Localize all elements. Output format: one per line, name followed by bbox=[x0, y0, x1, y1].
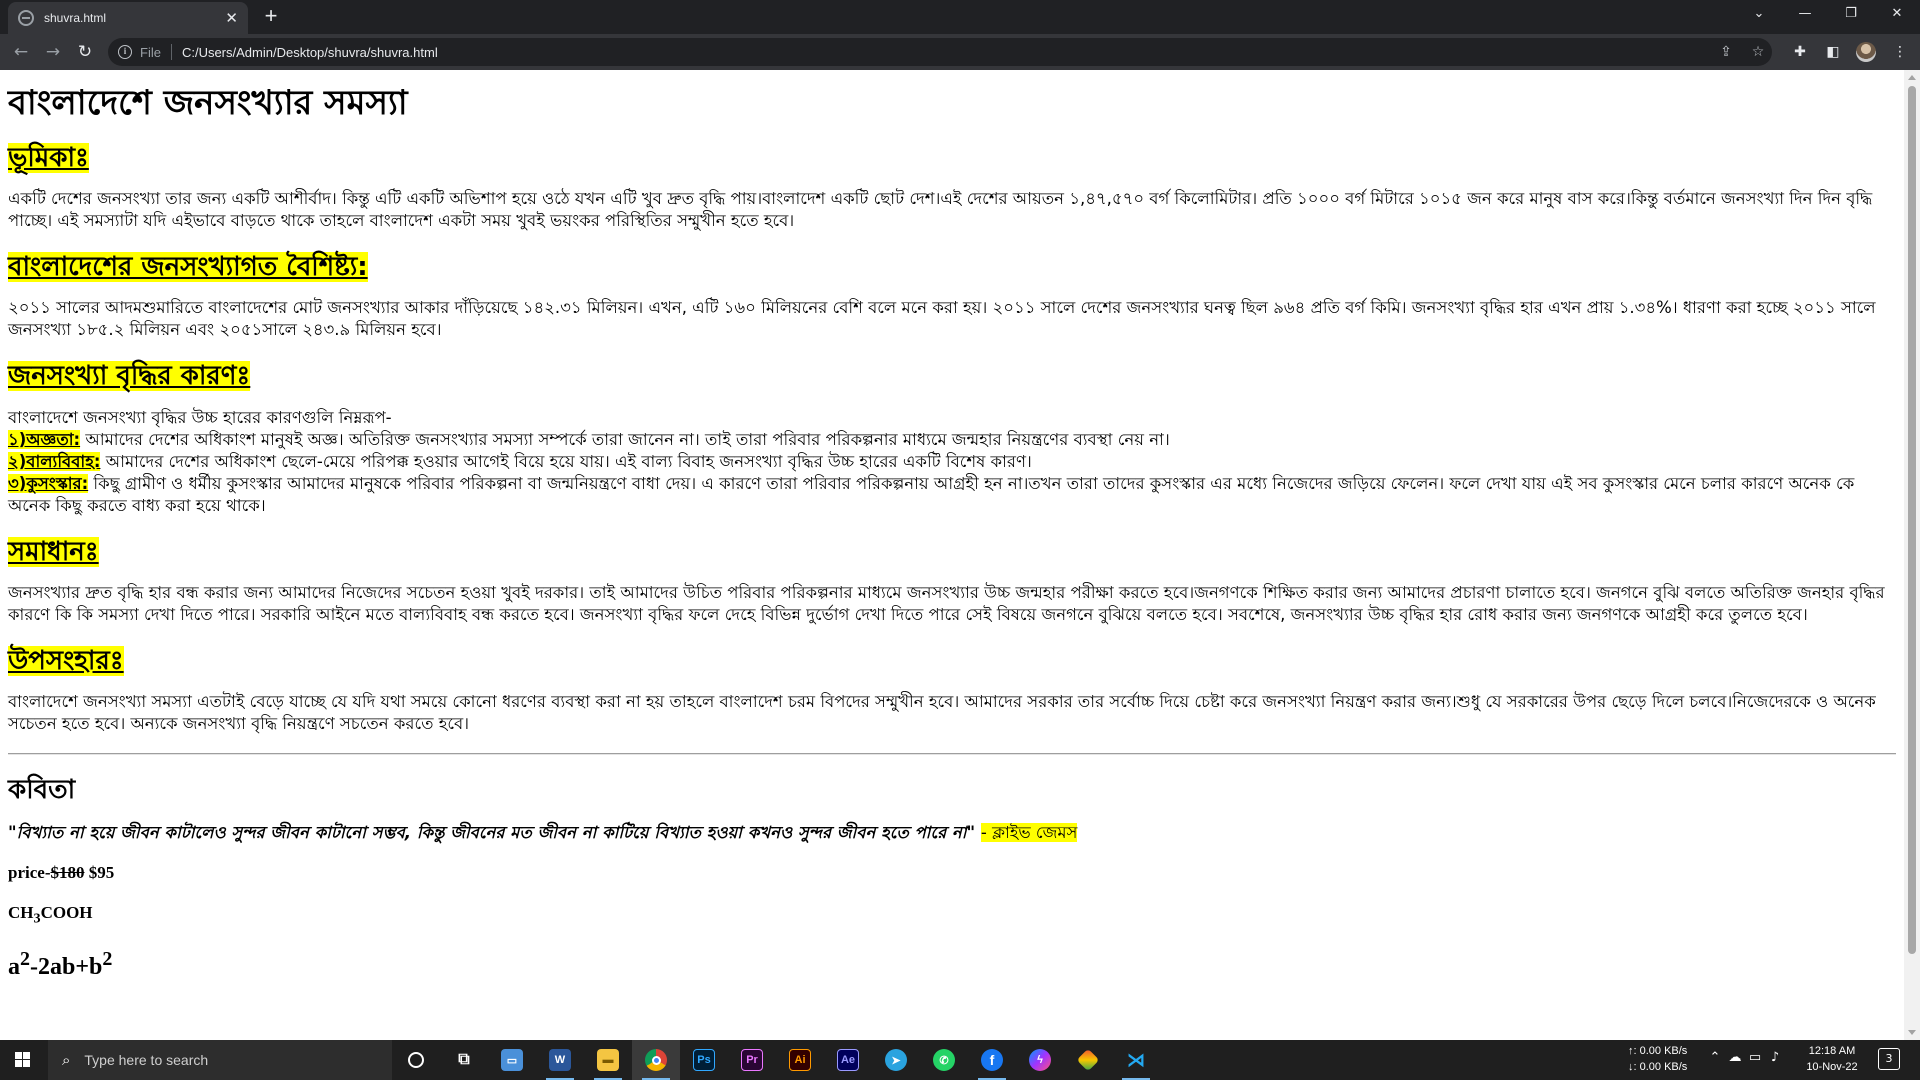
scrollbar-thumb[interactable] bbox=[1908, 86, 1916, 954]
word-icon[interactable]: W bbox=[536, 1040, 584, 1080]
section-heading-conclusion: উপসংহারঃ bbox=[8, 645, 124, 676]
network-speed-down: ↓: 0.00 KB/s bbox=[1628, 1061, 1688, 1073]
info-icon[interactable]: i bbox=[118, 45, 132, 59]
search-icon: ⌕ bbox=[62, 1051, 71, 1069]
omnibox-separator bbox=[170, 44, 172, 60]
photoshop-icon[interactable]: Ps bbox=[680, 1040, 728, 1080]
search-placeholder: Type here to search bbox=[84, 1052, 209, 1068]
tab-search-chevron-icon[interactable]: ⌄ bbox=[1736, 0, 1782, 30]
page-title: বাংলাদেশে জনসংখ্যার সমস্যা bbox=[8, 83, 408, 123]
cause-text: আমাদের দেশের অধিকাংশ মানুষই অজ্ঞ। অতিরিক… bbox=[80, 429, 1170, 449]
file-manager-icon[interactable]: ▭ bbox=[488, 1040, 536, 1080]
section-text-features: ২০১১ সালের আদমশুমারিতে বাংলাদেশের মোট জন… bbox=[8, 298, 1876, 340]
volume-icon[interactable]: ♪ bbox=[1766, 1050, 1784, 1065]
price-new: $95 bbox=[88, 863, 115, 883]
chrome-icon[interactable] bbox=[632, 1040, 680, 1080]
side-panel-icon[interactable]: ◧ bbox=[1823, 42, 1843, 62]
cortana-icon[interactable] bbox=[392, 1040, 440, 1080]
restore-button[interactable]: ❐ bbox=[1828, 0, 1874, 30]
task-view-icon[interactable]: ⧉ bbox=[440, 1040, 488, 1080]
clock-date[interactable]: 10-Nov-22 bbox=[1802, 1060, 1862, 1075]
minimize-button[interactable]: — bbox=[1782, 0, 1828, 30]
quote-author: - ক্লাইভ জেমস bbox=[980, 823, 1078, 843]
windows-start-button[interactable] bbox=[0, 1040, 46, 1080]
cause-label: ১)অজ্ঞতা: bbox=[8, 429, 81, 449]
taskbar-search-box[interactable]: ⌕ Type here to search bbox=[48, 1040, 392, 1080]
tab-title: shuvra.html bbox=[44, 11, 107, 25]
menu-kebab-icon[interactable]: ⋮ bbox=[1890, 42, 1910, 62]
section-heading-solution: সমাধানঃ bbox=[8, 536, 99, 567]
address-bar[interactable]: i File C:/Users/Admin/Desktop/shuvra/shu… bbox=[108, 38, 1772, 66]
cause-label: ২)বাল্যবিবাহ: bbox=[8, 451, 101, 471]
page-viewport: বাংলাদেশে জনসংখ্যার সমস্যা ভূমিকাঃ একটি … bbox=[0, 70, 1904, 1040]
section-text-solution: জনসংখ্যার দ্রুত বৃদ্ধি হার বন্ধ করার জন্… bbox=[8, 582, 1885, 624]
poem-quote: "বিখ্যাত না হয়ে জীবন কাটালেও সুন্দর জীব… bbox=[8, 822, 1896, 844]
after-effects-icon[interactable]: Ae bbox=[824, 1040, 872, 1080]
scroll-up-arrow-icon[interactable] bbox=[1908, 75, 1916, 80]
math-formula: a2-2ab+b2 bbox=[8, 947, 113, 980]
whatsapp-icon[interactable]: ✆ bbox=[920, 1040, 968, 1080]
section-heading-causes: জনসংখ্যা বৃদ্ধির কারণঃ bbox=[8, 361, 251, 392]
premiere-icon[interactable]: Pr bbox=[728, 1040, 776, 1080]
price-label: price- bbox=[8, 863, 51, 883]
file-explorer-icon[interactable]: ▬ bbox=[584, 1040, 632, 1080]
messenger-icon[interactable]: ϟ bbox=[1016, 1040, 1064, 1080]
windows-taskbar: ⌕ Type here to search ⧉ ▭ W ▬ Ps Pr Ai A… bbox=[0, 1040, 1920, 1080]
section-text-intro: একটি দেশের জনসংখ্যা তার জন্য একটি আশীর্ব… bbox=[8, 189, 1873, 231]
section-heading-intro: ভূমিকাঃ bbox=[8, 143, 89, 174]
cause-text: কিছু গ্রামীণ ও ধর্মীয় কুসংস্কার আমাদের … bbox=[8, 473, 1855, 515]
document-body: বাংলাদেশে জনসংখ্যার সমস্যা ভূমিকাঃ একটি … bbox=[0, 70, 1904, 980]
horizontal-rule bbox=[8, 753, 1896, 756]
git-tool-icon[interactable] bbox=[1064, 1040, 1112, 1080]
price-line: price-$180 $95 bbox=[8, 862, 1896, 884]
back-icon[interactable]: ← bbox=[8, 39, 34, 65]
facebook-icon[interactable]: f bbox=[968, 1040, 1016, 1080]
extensions-icon[interactable]: ✚ bbox=[1790, 42, 1810, 62]
share-icon[interactable]: ⇪ bbox=[1716, 42, 1736, 62]
globe-icon bbox=[18, 10, 34, 26]
poem-heading: কবিতা bbox=[8, 775, 76, 806]
notification-center-icon[interactable]: 3 bbox=[1878, 1048, 1900, 1070]
section-text-conclusion: বাংলাদেশে জনসংখ্যা সমস্যা এতটাই বেড়ে যা… bbox=[8, 692, 1876, 734]
causes-list: বাংলাদেশে জনসংখ্যা বৃদ্ধির উচ্চ হারের কা… bbox=[8, 407, 1896, 517]
cause-text: আমাদের দেশের অধিকাংশ ছেলে-মেয়ে পরিপক্ক … bbox=[100, 451, 1032, 471]
forward-icon[interactable]: → bbox=[40, 39, 66, 65]
chemical-formula: CH3COOH bbox=[8, 903, 93, 927]
tab-close-icon[interactable]: ✕ bbox=[225, 10, 238, 26]
bookmark-star-icon[interactable]: ☆ bbox=[1748, 42, 1768, 62]
clock-time[interactable]: 12:18 AM bbox=[1802, 1044, 1862, 1059]
browser-tab[interactable]: shuvra.html ✕ bbox=[8, 2, 248, 34]
section-heading-features: বাংলাদেশের জনসংখ্যাগত বৈশিষ্ট্য: bbox=[8, 252, 368, 283]
telegram-icon[interactable]: ➤ bbox=[872, 1040, 920, 1080]
illustrator-icon[interactable]: Ai bbox=[776, 1040, 824, 1080]
scheme-label: File bbox=[140, 44, 161, 60]
url-text[interactable]: C:/Users/Admin/Desktop/shuvra/shuvra.htm… bbox=[182, 45, 438, 60]
close-window-button[interactable]: ✕ bbox=[1874, 0, 1920, 30]
causes-intro: বাংলাদেশে জনসংখ্যা বৃদ্ধির উচ্চ হারের কা… bbox=[8, 407, 392, 427]
cause-label: ৩)কুসংস্কার: bbox=[8, 473, 89, 493]
vertical-scrollbar[interactable] bbox=[1904, 70, 1920, 1040]
tray-chevron-up-icon[interactable]: ⌃ bbox=[1706, 1050, 1724, 1065]
network-icon[interactable]: ▭ bbox=[1746, 1050, 1764, 1065]
network-speed-up: ↑: 0.00 KB/s bbox=[1628, 1045, 1688, 1057]
browser-toolbar: ← → ↻ i File C:/Users/Admin/Desktop/shuv… bbox=[0, 34, 1920, 70]
profile-avatar[interactable] bbox=[1856, 42, 1876, 62]
vscode-icon[interactable]: ⋊ bbox=[1112, 1040, 1160, 1080]
reload-icon[interactable]: ↻ bbox=[72, 39, 98, 65]
quote-text: "বিখ্যাত না হয়ে জীবন কাটালেও সুন্দর জীব… bbox=[8, 823, 976, 843]
price-old: $180 bbox=[50, 863, 85, 883]
scroll-down-arrow-icon[interactable] bbox=[1908, 1030, 1916, 1035]
browser-titlebar: shuvra.html ✕ + ⌄ — ❐ ✕ bbox=[0, 0, 1920, 34]
new-tab-button[interactable]: + bbox=[258, 4, 284, 30]
onedrive-icon[interactable]: ☁ bbox=[1726, 1050, 1744, 1065]
